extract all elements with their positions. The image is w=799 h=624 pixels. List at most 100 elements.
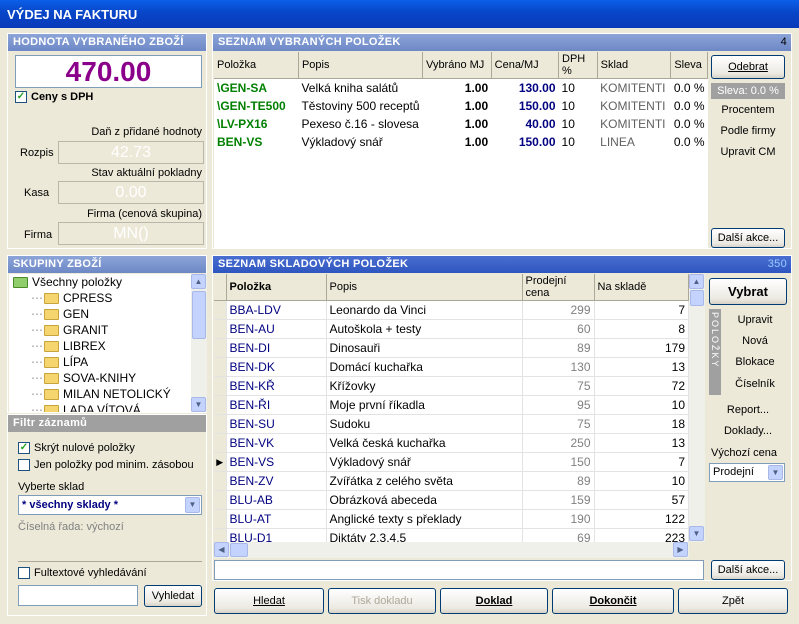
selected-row[interactable]: \LV-PX16 Pexeso č.16 - slovesa 1.00 40.00 10… bbox=[214, 115, 708, 133]
search-button[interactable]: Vyhledat bbox=[144, 585, 202, 607]
column-header[interactable]: Sklad bbox=[597, 52, 672, 79]
selected-cell-desc: Výkladový snář bbox=[301, 134, 383, 149]
selected-row[interactable]: \GEN-SA Velká kniha salátů 1.00 130.00 10 KOM… bbox=[214, 79, 708, 97]
stock-quick-input[interactable] bbox=[214, 560, 704, 580]
stock-row[interactable]: BEN-KŘ Křížovky 75 72 bbox=[214, 376, 689, 396]
stock-row[interactable]: BEN-DI Dinosauři 89 179 bbox=[214, 338, 689, 358]
row-selector[interactable] bbox=[214, 300, 227, 320]
selected-row[interactable]: \GEN-TE500 Těstoviny 500 receptů 1.00 150.0… bbox=[214, 97, 708, 115]
stock-row[interactable]: BEN-VK Velká česká kuchařka 250 13 bbox=[214, 433, 689, 453]
block-item-button[interactable]: Blokace bbox=[723, 356, 787, 368]
chevron-down-icon[interactable]: ▼ bbox=[768, 465, 783, 480]
row-selector[interactable] bbox=[214, 433, 227, 453]
row-selector[interactable] bbox=[214, 414, 227, 434]
stock-hscrollbar[interactable]: ◀ ▶ bbox=[214, 542, 689, 558]
store-select[interactable]: * všechny sklady * ▼ bbox=[18, 495, 202, 515]
tree-item[interactable]: ⋯ LÍPA bbox=[13, 354, 191, 370]
column-header[interactable]: Prodejní cena bbox=[522, 274, 595, 301]
new-item-button[interactable]: Nová bbox=[723, 335, 787, 347]
percent-button[interactable]: Procentem bbox=[711, 104, 785, 116]
tree-item[interactable]: ⋯ MILAN NETOLICKÝ bbox=[13, 386, 191, 402]
value-panel: HODNOTA VYBRANÉHO ZBOŽÍ 470.00 ✓ Ceny s D… bbox=[7, 33, 207, 249]
scroll-down-icon[interactable]: ▼ bbox=[191, 397, 206, 412]
column-header[interactable]: DPH % bbox=[558, 52, 598, 79]
default-price-select[interactable]: Prodejní ▼ bbox=[709, 463, 785, 482]
scroll-thumb[interactable] bbox=[690, 290, 704, 306]
column-header[interactable]: Vybráno MJ bbox=[422, 52, 492, 79]
row-selector[interactable] bbox=[214, 319, 227, 339]
current-row-arrow-icon[interactable]: ▶ bbox=[214, 452, 227, 472]
row-selector[interactable] bbox=[214, 490, 227, 510]
stock-row[interactable]: BEN-SU Sudoku 75 18 bbox=[214, 414, 689, 434]
hide-zero-checkbox[interactable]: ✓ Skrýt nulové položky bbox=[18, 442, 135, 455]
selected-cell-disc: 0.0 % bbox=[673, 134, 705, 149]
fulltext-checkbox[interactable]: Fultextové vyhledávání bbox=[18, 567, 147, 580]
stock-row[interactable]: BEN-DK Domácí kuchařka 130 13 bbox=[214, 357, 689, 377]
row-selector[interactable] bbox=[214, 338, 227, 358]
codebook-button[interactable]: Číselník bbox=[723, 378, 787, 390]
stock-row[interactable]: BBA-LDV Leonardo da Vinci 299 7 bbox=[214, 300, 689, 320]
stock-items-grid[interactable]: Položka Popis Prodejní cena Na skladě BBA-L… bbox=[214, 274, 689, 542]
selected-items-grid[interactable]: Položka Popis Vybráno MJ Cena/MJ DPH % Sklad S… bbox=[214, 52, 708, 248]
row-selector[interactable] bbox=[214, 357, 227, 377]
stock-more-actions-button[interactable]: Další akce... bbox=[711, 560, 785, 580]
scroll-up-icon[interactable]: ▲ bbox=[689, 274, 704, 289]
finish-button[interactable]: Dokončit bbox=[552, 588, 674, 614]
column-header[interactable]: Položka bbox=[226, 274, 327, 301]
tree-item[interactable]: ⋯ GEN bbox=[13, 306, 191, 322]
row-selector[interactable] bbox=[214, 395, 227, 415]
prices-with-vat-checkbox[interactable]: ✓ Ceny s DPH bbox=[15, 91, 93, 104]
back-button[interactable]: Zpět bbox=[678, 588, 788, 614]
below-min-checkbox[interactable]: Jen položky pod minim. zásobou bbox=[18, 459, 194, 472]
stock-row[interactable]: ▶ BEN-VS Výkladový snář 150 7 bbox=[214, 452, 689, 472]
select-button[interactable]: Vybrat bbox=[709, 278, 787, 305]
report-button[interactable]: Report... bbox=[709, 404, 787, 416]
by-firm-button[interactable]: Podle firmy bbox=[711, 125, 785, 137]
find-button[interactable]: Hledat bbox=[214, 588, 324, 614]
firm-value-field[interactable]: MN() bbox=[58, 222, 204, 245]
column-header[interactable]: Popis bbox=[326, 274, 523, 301]
selected-more-actions-button[interactable]: Další akce... bbox=[711, 228, 785, 248]
scroll-down-icon[interactable]: ▼ bbox=[689, 526, 704, 541]
tree-item[interactable]: ⋯ LADA VÍTOVÁ bbox=[13, 402, 191, 412]
column-header[interactable]: Sleva bbox=[670, 52, 708, 79]
hscroll-thumb[interactable] bbox=[230, 543, 248, 557]
fulltext-input[interactable] bbox=[18, 585, 138, 606]
remove-button[interactable]: Odebrat bbox=[711, 55, 785, 79]
row-selector[interactable] bbox=[214, 528, 227, 542]
documents-button[interactable]: Doklady... bbox=[709, 425, 787, 437]
tree-item[interactable]: ⋯ SOVA-KNIHY bbox=[13, 370, 191, 386]
scroll-up-icon[interactable]: ▲ bbox=[191, 274, 206, 289]
edit-price-button[interactable]: Upravit CM bbox=[711, 146, 785, 158]
row-selector[interactable] bbox=[214, 471, 227, 491]
stock-row[interactable]: BLU-D1 Diktáty 2,3,4,5 69 223 bbox=[214, 528, 689, 542]
scroll-right-icon[interactable]: ▶ bbox=[673, 542, 688, 557]
stock-row[interactable]: BEN-ŘI Moje první říkadla 95 10 bbox=[214, 395, 689, 415]
scroll-left-icon[interactable]: ◀ bbox=[214, 542, 229, 557]
print-document-button[interactable]: Tisk dokladu bbox=[328, 588, 436, 614]
stock-row[interactable]: BEN-ZV Zvířátka z celého světa 89 10 bbox=[214, 471, 689, 491]
stock-vscrollbar[interactable]: ▲ ▼ bbox=[689, 274, 705, 542]
stock-row[interactable]: BLU-AT Anglické texty s překlady 190 122 bbox=[214, 509, 689, 529]
stock-row[interactable]: BEN-AU Autoškola + testy 60 8 bbox=[214, 319, 689, 339]
groups-tree[interactable]: Všechny položky ⋯ CPRESS ⋯ GEN ⋯ GRANIT ⋯ LIBRE… bbox=[9, 274, 191, 412]
column-header[interactable]: Cena/MJ bbox=[491, 52, 560, 79]
row-selector[interactable] bbox=[214, 509, 227, 529]
column-header[interactable]: Na skladě bbox=[594, 274, 689, 301]
stock-cell-item: BEN-VK bbox=[226, 433, 327, 453]
tree-root[interactable]: Všechny položky bbox=[13, 274, 191, 290]
chevron-down-icon[interactable]: ▼ bbox=[185, 497, 200, 513]
column-header[interactable]: Položka bbox=[214, 52, 299, 79]
stock-row[interactable]: BLU-AB Obrázková abeceda 159 57 bbox=[214, 490, 689, 510]
groups-scrollbar[interactable]: ▲ ▼ bbox=[191, 274, 207, 412]
column-header[interactable]: Popis bbox=[298, 52, 424, 79]
edit-item-button[interactable]: Upravit bbox=[723, 314, 787, 326]
row-selector[interactable] bbox=[214, 376, 227, 396]
tree-item[interactable]: ⋯ LIBREX bbox=[13, 338, 191, 354]
document-button[interactable]: Doklad bbox=[440, 588, 548, 614]
tree-item[interactable]: ⋯ CPRESS bbox=[13, 290, 191, 306]
tree-item[interactable]: ⋯ GRANIT bbox=[13, 322, 191, 338]
selected-cell-disc: 0.0 % bbox=[673, 116, 705, 131]
scroll-thumb[interactable] bbox=[192, 291, 206, 339]
selected-row[interactable]: BEN-VS Výkladový snář 1.00 150.00 10 LINEA 0.0… bbox=[214, 133, 708, 151]
